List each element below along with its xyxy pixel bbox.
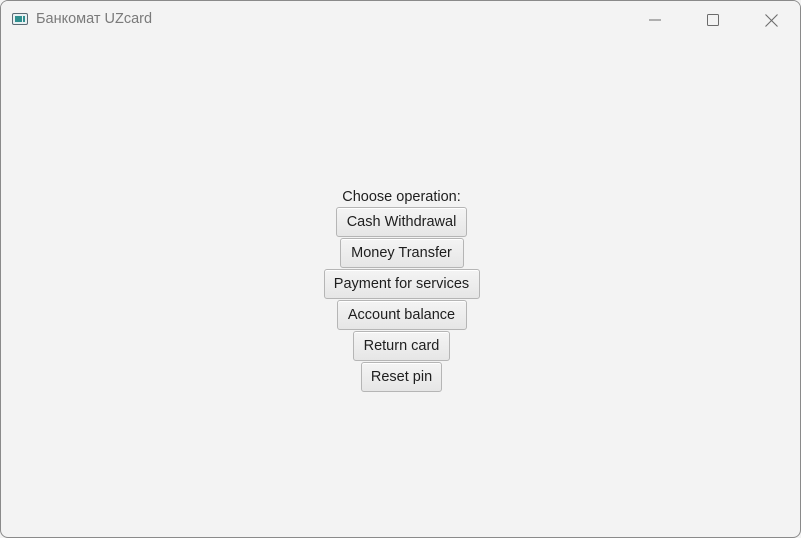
cash-withdrawal-button[interactable]: Cash Withdrawal	[336, 207, 467, 237]
window-app-icon	[12, 13, 28, 25]
minimize-button[interactable]	[626, 1, 684, 39]
money-transfer-button[interactable]: Money Transfer	[339, 238, 464, 268]
account-balance-button[interactable]: Account balance	[336, 300, 467, 330]
atm-window: Банкомат UZcard Choose operation: Cash W…	[0, 0, 801, 538]
window-title: Банкомат UZcard	[36, 11, 153, 27]
minimize-icon	[649, 19, 661, 21]
return-card-button[interactable]: Return card	[353, 331, 450, 361]
maximize-icon	[707, 14, 719, 26]
operation-menu: Choose operation: Cash Withdrawal Money …	[1, 187, 800, 393]
payment-for-services-button[interactable]: Payment for services	[323, 269, 480, 299]
close-button[interactable]	[742, 1, 800, 39]
maximize-button[interactable]	[684, 1, 742, 39]
reset-pin-button[interactable]: Reset pin	[361, 362, 442, 392]
main-content: Choose operation: Cash Withdrawal Money …	[1, 39, 800, 537]
choose-operation-label: Choose operation:	[342, 189, 461, 205]
close-icon	[764, 13, 778, 27]
title-bar[interactable]: Банкомат UZcard	[1, 1, 800, 39]
